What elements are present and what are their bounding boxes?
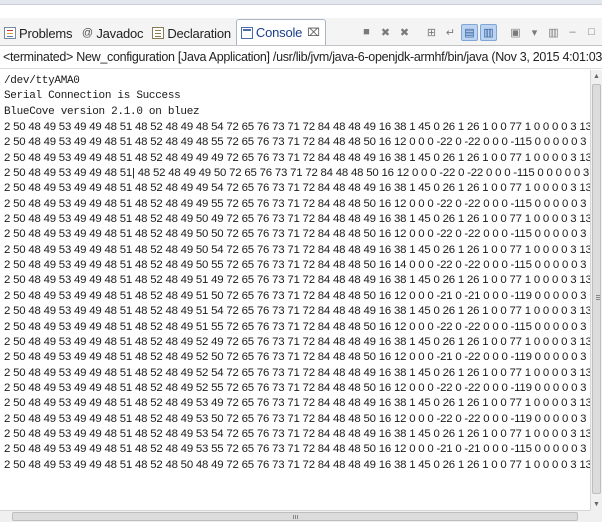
vertical-scroll-thumb[interactable]: [592, 84, 601, 494]
console-line: 2 50 48 49 53 49 49 48 51 48 52 48 49 53…: [4, 397, 590, 410]
console-line: 2 50 48 49 53 49 49 48 51 48 52 48 49 48…: [4, 121, 590, 134]
console-line: 2 50 48 49 53 49 49 48 51| 48 52 48 49 4…: [4, 167, 590, 180]
console-toolbar: ■ ✖ ✖ ⊞ ↵ ▤ ▥ ▣ ▾ ▥ – □: [358, 22, 600, 42]
console-line: 2 50 48 49 53 49 49 48 51 48 52 48 49 50…: [4, 243, 590, 256]
tab-javadoc[interactable]: @ Javadoc: [77, 21, 148, 45]
tab-label: Javadoc: [96, 25, 144, 41]
console-icon: [240, 26, 253, 39]
console-line: 2 50 48 49 53 49 49 48 51 48 52 48 49 50…: [4, 213, 590, 226]
tab-label: Console: [255, 25, 303, 40]
declaration-icon: [152, 27, 165, 39]
console-line: 2 50 48 49 53 49 49 48 51 48 52 48 49 53…: [4, 427, 590, 440]
tab-console[interactable]: Console ⌧: [235, 19, 326, 45]
problems-icon: [4, 27, 16, 39]
console-line: /dev/ttyAMA0: [4, 75, 80, 87]
console-line: 2 50 48 49 53 49 49 48 51 48 52 48 49 52…: [4, 366, 590, 379]
tab-label: Problems: [19, 25, 73, 41]
close-icon[interactable]: ⌧: [307, 26, 320, 39]
show-console-on-output-icon[interactable]: ▤: [461, 23, 478, 41]
console-line: 2 50 48 49 53 49 49 48 51 48 52 48 49 52…: [4, 381, 590, 394]
scroll-down-icon[interactable]: ▼: [591, 498, 602, 510]
console-output[interactable]: /dev/ttyAMA0 Serial Connection is Success…: [0, 70, 590, 510]
console-line: 2 50 48 49 53 49 49 48 51 48 52 48 49 53…: [4, 412, 590, 425]
display-selected-console-icon[interactable]: ▾: [526, 24, 543, 41]
horizontal-scrollbar[interactable]: [0, 510, 590, 522]
pin-console-icon[interactable]: ▣: [507, 24, 524, 41]
console-line: 2 50 48 49 53 49 49 48 51 48 52 48 49 51…: [4, 305, 590, 318]
console-line: 2 50 48 49 53 49 49 48 51 48 52 48 49 50…: [4, 228, 590, 241]
console-line: 2 50 48 49 53 49 49 48 51 48 52 48 49 49…: [4, 197, 590, 210]
console-line: 2 50 48 49 53 49 49 48 51 48 52 48 49 51…: [4, 289, 590, 302]
terminate-icon[interactable]: ■: [358, 24, 375, 41]
console-line: 2 50 48 49 53 49 49 48 51 48 52 48 49 51…: [4, 274, 590, 287]
vertical-scrollbar[interactable]: ▲ ▼: [590, 70, 602, 510]
console-line: 2 50 48 49 53 49 49 48 51 48 52 48 49 52…: [4, 351, 590, 364]
console-line: 2 50 48 49 53 49 49 48 51 48 52 48 50 48…: [4, 458, 590, 471]
javadoc-icon: @: [81, 27, 93, 39]
console-line: 2 50 48 49 53 49 49 48 51 48 52 48 49 52…: [4, 335, 590, 348]
console-line: Serial Connection is Success: [4, 90, 181, 103]
tab-declaration[interactable]: Declaration: [148, 21, 236, 45]
process-status-line: <terminated> New_configuration [Java App…: [0, 46, 602, 69]
tab-problems[interactable]: Problems: [0, 21, 77, 45]
minimize-icon[interactable]: –: [564, 24, 581, 41]
toolbar-separator: [499, 24, 505, 41]
open-console-icon[interactable]: ▥: [545, 24, 562, 41]
toolbar-separator: [415, 24, 421, 41]
remove-launch-icon[interactable]: ✖: [377, 24, 394, 41]
word-wrap-icon[interactable]: ↵: [442, 24, 459, 41]
scroll-up-icon[interactable]: ▲: [591, 70, 602, 82]
console-line: 2 50 48 49 53 49 49 48 51 48 52 48 49 51…: [4, 320, 590, 333]
console-line: 2 50 48 49 53 49 49 48 51 48 52 48 49 48…: [4, 136, 590, 149]
horizontal-scroll-thumb[interactable]: [12, 512, 578, 521]
scrollbar-corner: [590, 510, 602, 522]
console-line: 2 50 48 49 53 49 49 48 51 48 52 48 49 49…: [4, 182, 590, 195]
console-line: 2 50 48 49 53 49 49 48 51 48 52 48 49 53…: [4, 443, 590, 456]
console-line: BlueCove version 2.1.0 on bluez: [4, 105, 200, 118]
window-top-edge: [0, 0, 602, 5]
scroll-lock-icon[interactable]: ⊞: [423, 24, 440, 41]
console-line: 2 50 48 49 53 49 49 48 51 48 52 48 49 49…: [4, 151, 590, 164]
console-line: 2 50 48 49 53 49 49 48 51 48 52 48 49 50…: [4, 259, 590, 272]
remove-all-terminated-icon[interactable]: ✖: [396, 24, 413, 41]
show-console-on-error-icon[interactable]: ▥: [480, 23, 497, 41]
maximize-icon[interactable]: □: [583, 24, 600, 41]
tab-label: Declaration: [167, 25, 231, 41]
